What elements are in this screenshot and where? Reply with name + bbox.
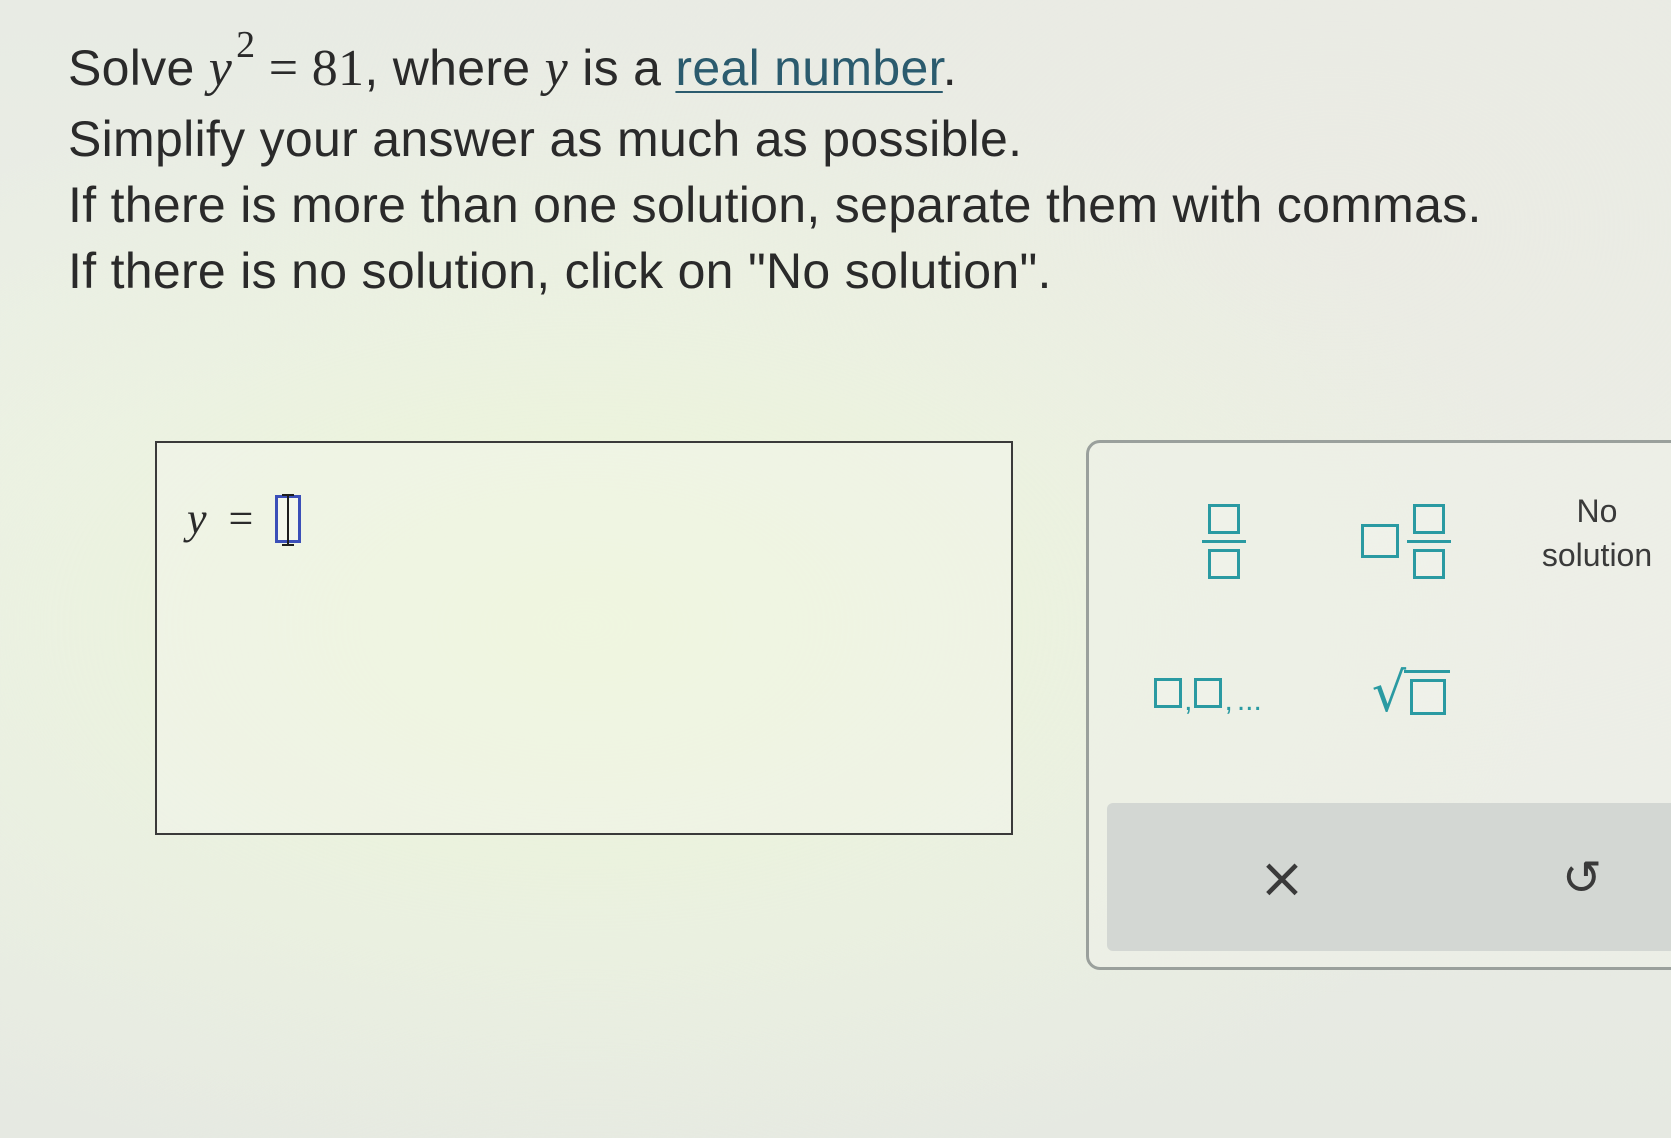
- equation-rhs: = 81: [268, 40, 365, 97]
- keypad-action-bar: × ↺: [1107, 803, 1671, 951]
- period: .: [942, 40, 957, 96]
- solve-word: Solve: [68, 40, 195, 96]
- answer-area[interactable]: y =: [155, 441, 1013, 835]
- where-text: , where: [364, 40, 531, 96]
- problem-line-2: Simplify your answer as much as possible…: [68, 111, 1023, 167]
- math-keypad: No solution ,,... √ × ↺: [1086, 440, 1671, 970]
- list-icon: [1154, 678, 1183, 708]
- is-a-text: is a: [582, 40, 662, 96]
- no-solution-label-2: solution: [1541, 537, 1653, 573]
- no-solution-button[interactable]: No solution: [1517, 483, 1671, 583]
- answer-equals: =: [228, 494, 254, 543]
- clear-button[interactable]: ×: [1227, 823, 1337, 933]
- list-ellipsis: ...: [1236, 684, 1262, 717]
- mixed-number-button[interactable]: [1341, 491, 1471, 591]
- answer-variable: y: [187, 494, 207, 543]
- no-solution-label-1: No: [1576, 493, 1618, 529]
- problem-statement: Solve y2 = 81, where y is a real number.…: [68, 24, 1668, 301]
- text-cursor-icon: [282, 493, 295, 546]
- undo-button[interactable]: ↺: [1527, 823, 1637, 933]
- answer-expression: y =: [187, 493, 302, 546]
- square-root-icon: √: [1372, 666, 1451, 720]
- variable-reference: y: [544, 40, 568, 97]
- answer-input[interactable]: [275, 493, 302, 546]
- square-root-button[interactable]: √: [1351, 643, 1471, 743]
- equation: y2 = 81: [208, 24, 365, 97]
- equation-variable: y: [208, 40, 233, 97]
- fraction-button[interactable]: [1179, 491, 1269, 591]
- undo-icon: ↺: [1561, 850, 1603, 906]
- mixed-number-icon: [1361, 524, 1399, 558]
- fraction-icon: [1202, 503, 1246, 579]
- problem-line-4: If there is no solution, click on "No so…: [68, 243, 1052, 299]
- problem-line-1: Solve y2 = 81, where y is a real number.: [68, 24, 1668, 103]
- equation-exponent: 2: [236, 24, 256, 66]
- real-number-link[interactable]: real number: [675, 40, 942, 96]
- problem-line-3: If there is more than one solution, sepa…: [68, 177, 1482, 233]
- close-icon: ×: [1258, 845, 1306, 911]
- list-button[interactable]: ,,...: [1134, 653, 1284, 733]
